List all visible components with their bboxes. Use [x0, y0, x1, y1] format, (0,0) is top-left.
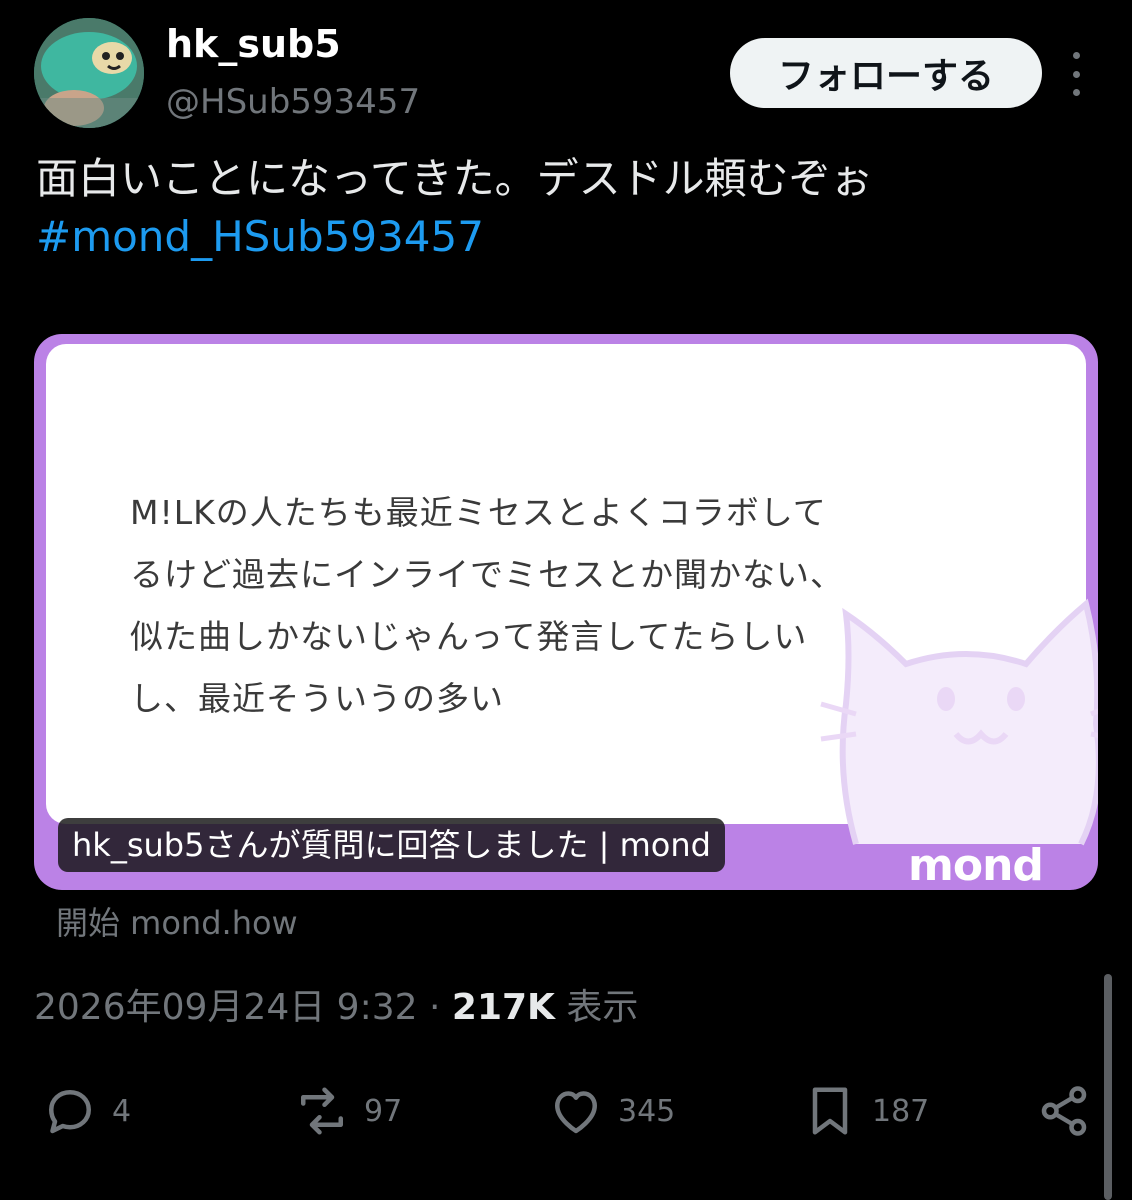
user-handle[interactable]: @HSub593457 — [166, 82, 420, 122]
tweet-meta: 2026年09月24日 9:32 · 217K 表示 — [34, 978, 638, 1030]
tweet-body: 面白いことになってきた。デスドル頼むぞぉ — [36, 154, 873, 203]
repost-icon — [301, 1087, 343, 1135]
more-icon[interactable] — [1062, 52, 1090, 96]
avatar[interactable] — [34, 18, 144, 128]
bookmark-count: 187 — [872, 1093, 930, 1129]
display-name[interactable]: hk_sub5 — [166, 22, 341, 66]
link-card[interactable]: M!LKの人たちも最近ミセスとよくコラボして るけど過去にインライでミセスとか聞… — [34, 334, 1098, 890]
timestamp[interactable]: 2026年09月24日 9:32 — [34, 987, 418, 1028]
card-question-panel: M!LKの人たちも最近ミセスとよくコラボして るけど過去にインライでミセスとか聞… — [46, 344, 1098, 846]
share-icon — [1041, 1086, 1087, 1136]
cat-watermark-icon — [820, 598, 1098, 846]
reply-count: 4 — [112, 1093, 132, 1129]
meta-separator: · — [428, 987, 441, 1028]
bookmark-icon — [812, 1087, 848, 1135]
avatar-image — [34, 18, 144, 128]
action-bar: 4 97 345 187 — [0, 1076, 1132, 1146]
views-count: 217K — [451, 987, 555, 1028]
reply-button[interactable]: 4 — [40, 1076, 131, 1146]
follow-button[interactable]: フォローする — [730, 38, 1042, 108]
repost-count: 97 — [364, 1093, 403, 1129]
repost-button[interactable]: 97 — [292, 1076, 402, 1146]
reply-icon — [49, 1090, 91, 1134]
tweet-text: 面白いことになってきた。デスドル頼むぞぉ #mond_HSub593457 — [36, 150, 873, 266]
like-icon — [555, 1091, 597, 1134]
like-count: 345 — [618, 1093, 676, 1129]
bookmark-button[interactable]: 187 — [800, 1076, 929, 1146]
card-question-line: M!LKの人たちも最近ミセスとよくコラボして — [130, 493, 827, 532]
card-source[interactable]: 開始 mond.how — [56, 898, 298, 944]
like-button[interactable]: 345 — [546, 1076, 675, 1146]
hashtag-link[interactable]: #mond_HSub593457 — [36, 208, 873, 266]
mond-logo: mond — [908, 840, 1044, 890]
share-button[interactable] — [1034, 1076, 1094, 1146]
card-caption: hk_sub5さんが質問に回答しました | mond — [58, 818, 725, 872]
views-label: 表示 — [566, 987, 639, 1028]
